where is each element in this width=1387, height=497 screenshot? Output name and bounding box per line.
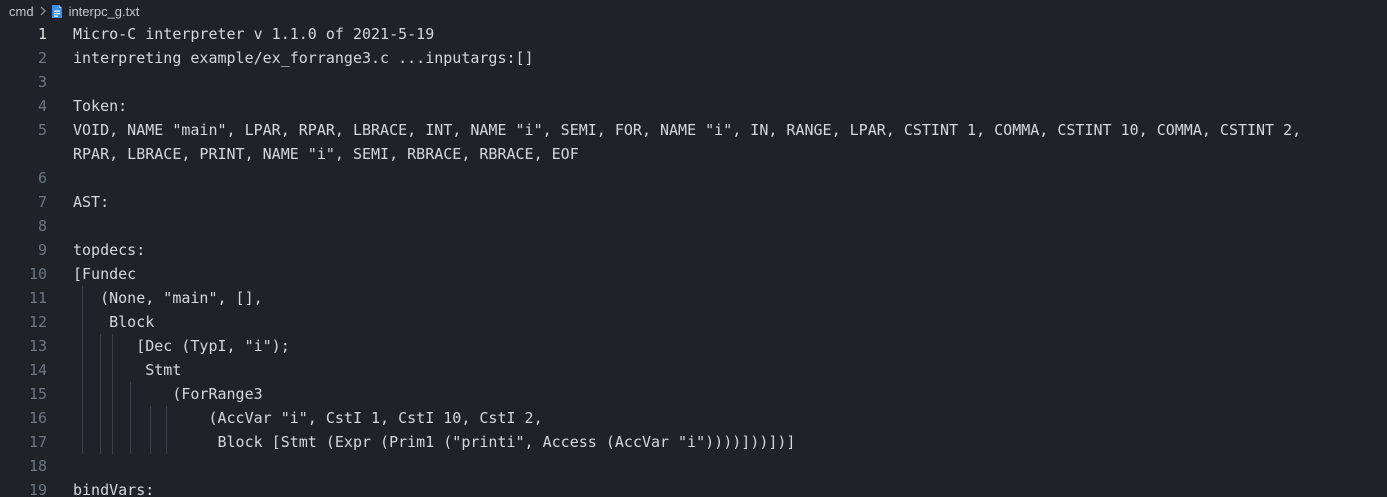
line-number: 9: [37, 241, 47, 259]
chevron-right-icon: [39, 6, 47, 16]
editor-line: 14 Stmt: [0, 358, 1387, 382]
line-number: 18: [28, 457, 47, 475]
line-number: 6: [37, 169, 47, 187]
editor-line: 15 (ForRange3: [0, 382, 1387, 406]
editor-line: 18: [0, 454, 1387, 478]
editor-line: 6: [0, 166, 1387, 190]
line-number: 2: [37, 49, 47, 67]
line-number: 10: [28, 265, 47, 283]
line-number: 7: [37, 193, 47, 211]
line-text: RPAR, LBRACE, PRINT, NAME "i", SEMI, RBR…: [73, 145, 579, 163]
line-number: 19: [28, 481, 47, 497]
line-text: (None, "main", [],: [73, 289, 263, 307]
breadcrumb: cmd interpc_g.txt: [0, 0, 1387, 22]
line-text: (AccVar "i", CstI 1, CstI 10, CstI 2,: [73, 409, 543, 427]
line-number: 17: [28, 433, 47, 451]
line-number: 11: [28, 289, 47, 307]
line-text: VOID, NAME "main", LPAR, RPAR, LBRACE, I…: [73, 121, 1302, 139]
line-text: topdecs:: [73, 241, 146, 259]
line-number: 1: [37, 25, 47, 43]
line-text: Stmt: [73, 361, 182, 379]
text-file-icon: [51, 4, 63, 19]
line-number: 3: [37, 73, 47, 91]
line-number: 14: [28, 361, 47, 379]
editor-line: 2 interpreting example/ex_forrange3.c ..…: [0, 46, 1387, 70]
line-text: Block: [73, 313, 155, 331]
editor-line: 9 topdecs:: [0, 238, 1387, 262]
editor-line: 1 Micro-C interpreter v 1.1.0 of 2021-5-…: [0, 22, 1387, 46]
line-text: (ForRange3: [73, 385, 263, 403]
editor-line: 10 [Fundec: [0, 262, 1387, 286]
editor-line: 4 Token:: [0, 94, 1387, 118]
line-text: Token:: [73, 97, 128, 115]
line-text: [Dec (TypI, "i");: [73, 337, 290, 355]
editor-line: 17 Block [Stmt (Expr (Prim1 ("printi", A…: [0, 430, 1387, 454]
line-text: [Fundec: [73, 265, 137, 283]
editor-line: 19 bindVars:: [0, 478, 1387, 497]
editor-line: 7 AST:: [0, 190, 1387, 214]
editor-line: 5 VOID, NAME "main", LPAR, RPAR, LBRACE,…: [0, 118, 1387, 142]
line-number: 15: [28, 385, 47, 403]
line-text: AST:: [73, 193, 110, 211]
editor-line: 8: [0, 214, 1387, 238]
line-text: interpreting example/ex_forrange3.c ...i…: [73, 49, 534, 67]
editor-line: 16 (AccVar "i", CstI 1, CstI 10, CstI 2,: [0, 406, 1387, 430]
breadcrumb-folder[interactable]: cmd: [9, 4, 34, 19]
line-text: Micro-C interpreter v 1.1.0 of 2021-5-19: [73, 25, 435, 43]
line-number: 4: [37, 97, 47, 115]
breadcrumb-file[interactable]: interpc_g.txt: [69, 4, 140, 19]
line-number: 16: [28, 409, 47, 427]
line-number: 8: [37, 217, 47, 235]
editor-line: 13 [Dec (TypI, "i");: [0, 334, 1387, 358]
line-number: 13: [28, 337, 47, 355]
editor-line: 12 Block: [0, 310, 1387, 334]
line-number: 12: [28, 313, 47, 331]
editor-line-wrapped: RPAR, LBRACE, PRINT, NAME "i", SEMI, RBR…: [0, 142, 1387, 166]
editor-text-area[interactable]: 1 Micro-C interpreter v 1.1.0 of 2021-5-…: [0, 22, 1387, 497]
editor-line: 11 (None, "main", [],: [0, 286, 1387, 310]
line-text: bindVars:: [73, 481, 155, 497]
line-text: Block [Stmt (Expr (Prim1 ("printi", Acce…: [73, 433, 796, 451]
line-number: 5: [37, 121, 47, 139]
editor-line: 3: [0, 70, 1387, 94]
